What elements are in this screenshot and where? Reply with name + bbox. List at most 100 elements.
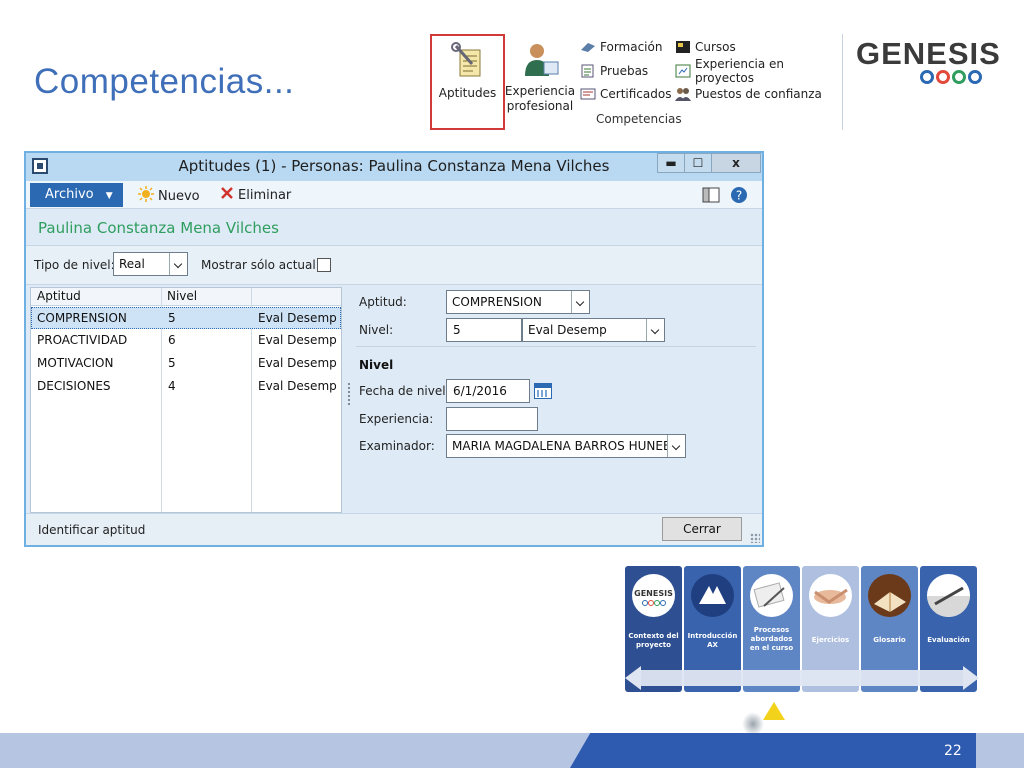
aptitud-select[interactable]: COMPRENSION: [446, 290, 590, 314]
calendar-icon[interactable]: [534, 383, 552, 399]
archivo-menu-button[interactable]: Archivo ▼: [30, 183, 123, 207]
chevron-down-icon: [169, 253, 187, 275]
experiencia-proyectos-label: Experiencia en proyectos: [695, 57, 785, 85]
resize-grip-icon[interactable]: [750, 533, 760, 543]
cell-nivel: 5: [168, 356, 176, 370]
logo-ring: [952, 70, 966, 84]
experiencia-proyectos-ribbon-button[interactable]: Experiencia en proyectos: [675, 57, 842, 85]
experiencia-input[interactable]: [446, 407, 538, 431]
action-toolbar: Archivo ▼ Nuevo Eliminar ?: [26, 181, 762, 209]
nivel-input[interactable]: 5: [446, 318, 522, 342]
aptitudes-ribbon-button[interactable]: Aptitudes: [430, 34, 505, 130]
puestos-confianza-ribbon-button[interactable]: Puestos de confianza: [675, 85, 822, 103]
formacion-icon: [580, 40, 596, 54]
arrow-right-icon[interactable]: [963, 666, 979, 690]
examinador-value: MARIA MAGDALENA BARROS HUNEE: [452, 439, 671, 453]
grid-header: Aptitud Nivel: [31, 288, 341, 306]
puestos-confianza-label: Puestos de confianza: [695, 87, 822, 101]
experiencia-profesional-ribbon-button[interactable]: Experiencia profesional: [505, 34, 575, 130]
formacion-label: Formación: [600, 40, 663, 54]
nav-tile-label: Glosario: [873, 636, 906, 644]
sun-new-icon: [138, 186, 154, 206]
aptitudes-label: Aptitudes: [438, 86, 497, 100]
col-header-aptitud[interactable]: Aptitud: [37, 289, 81, 303]
person-name-heading: Paulina Constanza Mena Vilches: [38, 219, 279, 237]
splitter-handle[interactable]: [348, 383, 350, 405]
nivel-section-heading: Nivel: [359, 358, 394, 372]
title-bar[interactable]: Aptitudes (1) - Personas: Paulina Consta…: [26, 153, 762, 181]
aptitud-value: COMPRENSION: [452, 295, 542, 309]
person-card-icon: [520, 40, 560, 80]
nav-tile-label: Procesos abordados en el curso: [749, 626, 794, 652]
ribbon-group-label: Competencias: [596, 112, 682, 126]
layout-icon[interactable]: [702, 186, 720, 204]
aptitudes-window: Aptitudes (1) - Personas: Paulina Consta…: [24, 151, 764, 547]
cerrar-button[interactable]: Cerrar: [662, 517, 742, 541]
slide-footer-accent: [570, 733, 976, 768]
nav-tile-label: Introducción AX: [687, 632, 738, 649]
arrow-left-icon[interactable]: [625, 666, 641, 690]
cell-nivel: 4: [168, 379, 176, 393]
nav-tile-label: Contexto del proyecto: [628, 632, 679, 649]
chevron-down-icon: [667, 435, 685, 457]
logo-rings: [920, 70, 996, 84]
chevron-down-icon: ▼: [105, 191, 113, 201]
window-title: Aptitudes (1) - Personas: Paulina Consta…: [178, 157, 610, 175]
nivel-desc-value: Eval Desemp: [528, 323, 607, 337]
minimize-button[interactable]: ▬: [657, 153, 685, 173]
col-header-nivel[interactable]: Nivel: [167, 289, 197, 303]
cell-nivel: 6: [168, 333, 176, 347]
examinador-label: Examinador:: [359, 439, 435, 453]
nuevo-button[interactable]: Nuevo: [138, 186, 200, 206]
logo-ring: [936, 70, 950, 84]
cell-desc: Eval Desemp: [258, 379, 337, 393]
people-icon: [675, 87, 691, 101]
chevron-down-icon: [646, 319, 664, 341]
mostrar-actual-checkbox[interactable]: [317, 258, 331, 272]
examinador-select[interactable]: MARIA MAGDALENA BARROS HUNEE: [446, 434, 686, 458]
mostrar-actual-label: Mostrar sólo actual:: [201, 258, 320, 272]
cell-aptitud: MOTIVACION: [37, 356, 114, 370]
page-number: 22: [944, 743, 962, 759]
help-icon[interactable]: ?: [730, 186, 748, 204]
pruebas-ribbon-button[interactable]: Pruebas: [580, 62, 648, 80]
table-row[interactable]: DECISIONES 4 Eval Desemp: [31, 376, 341, 398]
checklist-icon: [580, 64, 596, 78]
nav-tile-label: Ejercicios: [811, 636, 850, 644]
formacion-ribbon-button[interactable]: Formación: [580, 38, 662, 56]
chevron-down-icon: [571, 291, 589, 313]
certificate-icon: [580, 87, 596, 101]
documents-icon: [750, 574, 793, 617]
close-window-button[interactable]: x: [711, 153, 761, 173]
course-navigation: GENESIS Contexto del proyecto Introducci…: [625, 566, 979, 692]
archivo-label: Archivo: [45, 187, 94, 202]
fecha-input[interactable]: 6/1/2016: [446, 379, 530, 403]
table-row[interactable]: MOTIVACION 5 Eval Desemp: [31, 353, 341, 375]
experiencia-label: Experiencia:: [359, 412, 434, 426]
nivel-desc-select[interactable]: Eval Desemp: [522, 318, 665, 342]
cursos-ribbon-button[interactable]: Cursos: [675, 38, 736, 56]
dynamics-ax-icon: [691, 574, 734, 617]
genesis-logo: GENESIS: [856, 36, 1000, 84]
svg-text:GENESIS: GENESIS: [634, 589, 673, 598]
delete-x-icon: [220, 186, 234, 204]
tipo-nivel-select[interactable]: Real: [113, 252, 188, 276]
logo-ring: [920, 70, 934, 84]
handshake-icon: [809, 574, 852, 617]
nav-tile-label: Evaluación: [927, 636, 970, 644]
book-icon: [868, 574, 911, 617]
genesis-logo-icon: GENESIS: [632, 574, 675, 617]
eliminar-label: Eliminar: [238, 187, 292, 203]
table-row[interactable]: PROACTIVIDAD 6 Eval Desemp: [31, 330, 341, 352]
tipo-nivel-value: Real: [119, 257, 145, 271]
aptitudes-icon: [448, 42, 488, 82]
experiencia-label-2: profesional: [506, 99, 574, 113]
certificados-ribbon-button[interactable]: Certificados: [580, 85, 671, 103]
project-icon: [675, 64, 691, 78]
maximize-button[interactable]: ☐: [684, 153, 712, 173]
tipo-nivel-label: Tipo de nivel:: [34, 258, 115, 272]
table-row[interactable]: COMPRENSION 5 Eval Desemp: [31, 307, 341, 329]
cell-desc: Eval Desemp: [258, 356, 337, 370]
eliminar-button[interactable]: Eliminar: [220, 186, 291, 204]
nuevo-label: Nuevo: [158, 188, 200, 204]
